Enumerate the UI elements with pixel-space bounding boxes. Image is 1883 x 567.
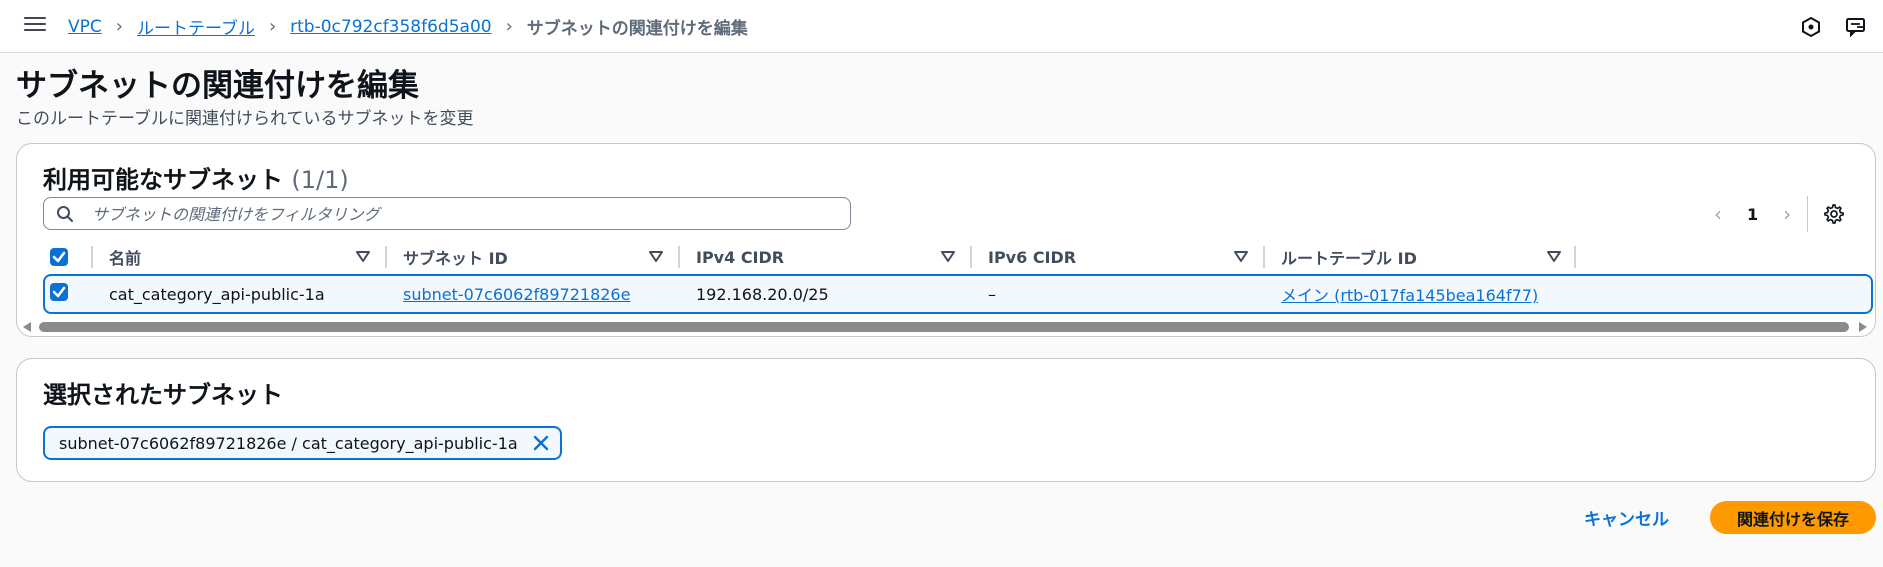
breadcrumb-vpc[interactable]: VPC [68, 17, 102, 37]
chevron-right-icon: › [268, 16, 277, 37]
column-divider[interactable] [678, 246, 680, 268]
cell-ipv6-cidr: – [988, 284, 996, 304]
breadcrumb-current: サブネットの関連付けを編集 [526, 19, 748, 39]
next-page-icon[interactable]: › [1776, 202, 1798, 226]
available-subnets-title: 利用可能なサブネット [43, 166, 283, 194]
scroll-left-icon[interactable] [23, 322, 31, 332]
row-checkbox[interactable] [50, 283, 68, 301]
breadcrumb: VPC › ルートテーブル › rtb-0c792cf358f6d5a00 › … [68, 14, 748, 39]
check-icon [52, 286, 66, 298]
table-header: 名前 サブネット ID IPv4 CIDR IPv6 CIDR ルートテーブル … [43, 240, 1877, 274]
breadcrumb-route-tables[interactable]: ルートテーブル [137, 14, 255, 39]
sort-down-icon[interactable] [940, 248, 956, 264]
sort-down-icon[interactable] [1546, 248, 1562, 264]
horizontal-scrollbar[interactable] [21, 320, 1873, 332]
column-divider[interactable] [970, 246, 972, 268]
filter-input[interactable] [90, 200, 834, 229]
cell-subnet-id-link[interactable]: subnet-07c6062f89721826e [403, 276, 630, 312]
save-associations-button[interactable]: 関連付けを保存 [1710, 501, 1876, 534]
selected-subnets-title: 選択されたサブネット [43, 381, 283, 409]
column-divider [91, 246, 93, 268]
panel-title: 利用可能なサブネット (1/1) [43, 160, 349, 195]
hexagon-info-icon[interactable] [1800, 16, 1822, 38]
column-header-subnet-id[interactable]: サブネット ID [403, 240, 508, 274]
check-icon [52, 251, 66, 263]
chevron-right-icon: › [115, 16, 123, 37]
column-divider[interactable] [1574, 246, 1576, 268]
available-subnets-panel: 利用可能なサブネット (1/1) ‹ 1 › 名前 サブネット ID IPv4 … [16, 143, 1876, 337]
column-divider[interactable] [1263, 246, 1265, 268]
search-icon [57, 206, 73, 222]
sort-down-icon[interactable] [648, 248, 664, 264]
scroll-right-icon[interactable] [1859, 322, 1867, 332]
column-header-ipv4-cidr[interactable]: IPv4 CIDR [696, 240, 784, 274]
previous-page-icon[interactable]: ‹ [1707, 202, 1729, 226]
chevron-right-icon: › [505, 16, 513, 37]
pagination: ‹ 1 › [1707, 202, 1798, 226]
selected-subnet-token: subnet-07c6062f89721826e / cat_category_… [43, 426, 562, 460]
feedback-icon[interactable] [1845, 16, 1867, 38]
token-label: subnet-07c6062f89721826e / cat_category_… [59, 433, 518, 453]
hamburger-menu-icon[interactable] [24, 14, 46, 32]
filter-search-box[interactable] [43, 197, 851, 230]
divider [1807, 196, 1808, 232]
column-header-route-table-id[interactable]: ルートテーブル ID [1281, 240, 1417, 274]
select-all-checkbox[interactable] [50, 248, 68, 266]
cell-name: cat_category_api-public-1a [109, 284, 325, 304]
top-navigation-bar: VPC › ルートテーブル › rtb-0c792cf358f6d5a00 › … [0, 0, 1883, 53]
scrollbar-thumb[interactable] [39, 322, 1849, 332]
page-title: サブネットの関連付けを編集 [16, 68, 419, 104]
settings-gear-icon[interactable] [1823, 203, 1845, 225]
cell-ipv4-cidr: 192.168.20.0/25 [696, 284, 829, 304]
column-divider[interactable] [385, 246, 387, 268]
cell-route-table-link[interactable]: メイン (rtb-017fa145bea164f77) [1281, 276, 1538, 312]
page-number[interactable]: 1 [1747, 205, 1758, 224]
sort-down-icon[interactable] [1233, 248, 1249, 264]
table-row[interactable]: cat_category_api-public-1a subnet-07c606… [43, 274, 1873, 314]
sort-down-icon[interactable] [355, 248, 371, 264]
cancel-button[interactable]: キャンセル [1584, 505, 1669, 530]
column-header-name[interactable]: 名前 [109, 240, 141, 274]
subnet-count: (1/1) [291, 166, 349, 194]
selected-subnets-panel: 選択されたサブネット subnet-07c6062f89721826e / ca… [16, 358, 1876, 482]
breadcrumb-route-table-id[interactable]: rtb-0c792cf358f6d5a00 [290, 17, 491, 37]
page-description: このルートテーブルに関連付けられているサブネットを変更 [16, 109, 474, 129]
column-header-ipv6-cidr[interactable]: IPv6 CIDR [988, 240, 1076, 274]
close-icon[interactable] [532, 434, 550, 452]
